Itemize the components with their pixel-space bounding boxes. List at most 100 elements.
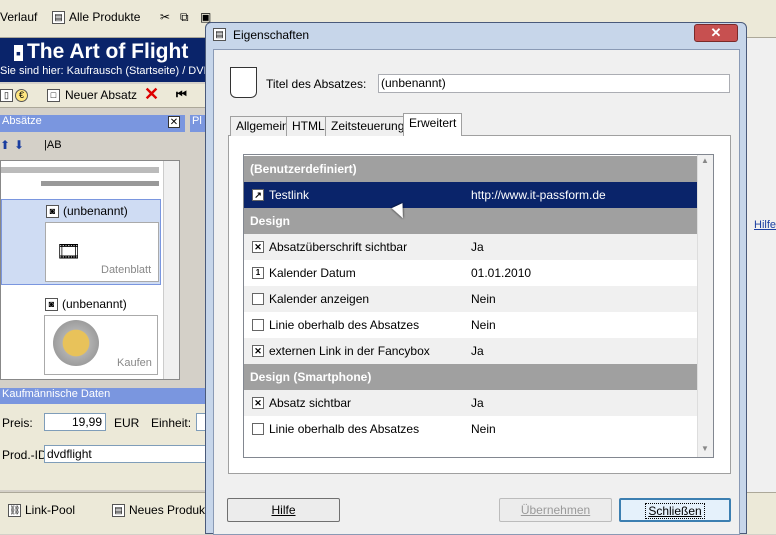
property-value[interactable]: 01.01.2010 xyxy=(471,260,531,286)
link-pool-button[interactable]: ⛓ Link-Pool xyxy=(8,503,75,517)
tab-erweitert[interactable]: Erweitert xyxy=(403,113,463,136)
absaetze-list: ◙ (unbenannt) 🎞 Datenblatt ◙ (unbenannt)… xyxy=(0,160,180,380)
arrow-up-icon[interactable]: ⬆ xyxy=(0,138,10,152)
neues-produkt-label: Neues Produkt xyxy=(129,503,209,517)
grid-scrollbar[interactable]: ▲ ▼ xyxy=(697,155,713,457)
first-icon[interactable]: ⏮ xyxy=(176,87,187,102)
breadcrumb: Sie sind hier: Kaufrausch (Startseite) /… xyxy=(0,65,218,77)
euro-coin-image xyxy=(53,320,99,366)
property-value[interactable]: Nein xyxy=(471,416,496,442)
tab-zeitsteuerung[interactable]: Zeitsteuerung xyxy=(325,116,411,136)
page-title-text: The Art of Flight xyxy=(26,40,189,63)
prod-id-input[interactable]: dvdflight xyxy=(44,445,210,463)
property-value[interactable]: Nein xyxy=(471,286,496,312)
alle-produkte-label: Alle Produkte xyxy=(69,10,141,24)
scroll-down-icon[interactable]: ▼ xyxy=(701,444,709,453)
absaetze-panel-header: Absätze ✕ xyxy=(0,115,185,132)
kaufmaennische-daten-form: Preis: 19,99 EUR Einheit: Prod.-ID: dvdf… xyxy=(0,404,210,490)
calendar-icon: 1 xyxy=(252,267,264,279)
checkbox-checked[interactable]: ✕ xyxy=(252,397,264,409)
link-pool-label: Link-Pool xyxy=(25,503,76,517)
panel-close-icon[interactable]: ✕ xyxy=(168,116,180,128)
titel-input[interactable]: (unbenannt) xyxy=(378,74,730,93)
checkbox-unchecked[interactable] xyxy=(252,319,264,331)
tab-allgemein[interactable]: Allgemein xyxy=(230,116,295,136)
property-row[interactable]: Kalender anzeigen Nein xyxy=(244,286,698,312)
cut-icon[interactable]: ✂ xyxy=(160,10,170,24)
delete-icon[interactable]: ✕ xyxy=(144,84,159,105)
checkbox-unchecked[interactable] xyxy=(252,423,264,435)
property-value[interactable]: Ja xyxy=(471,234,484,260)
list-item-placeholder xyxy=(1,167,159,173)
checkbox-checked[interactable]: ✕ xyxy=(252,345,264,357)
euro-icon[interactable]: € xyxy=(15,89,28,102)
scroll-up-icon[interactable]: ▲ xyxy=(701,156,709,165)
doc-icon[interactable]: ▯ xyxy=(0,89,13,102)
list-item[interactable]: ◙ (unbenannt) Kaufen xyxy=(1,293,161,379)
verlauf-label: Verlauf xyxy=(0,10,38,24)
list-item-title: (unbenannt) xyxy=(63,204,128,218)
property-row[interactable]: ✕ Absatzüberschrift sichtbar Ja xyxy=(244,234,698,260)
property-row[interactable]: 1 Kalender Datum 01.01.2010 xyxy=(244,260,698,286)
product-image: 🎞 xyxy=(56,241,82,263)
list-item[interactable]: ◙ (unbenannt) 🎞 Datenblatt xyxy=(1,199,161,285)
neuer-absatz-button[interactable]: Neuer Absatz xyxy=(65,88,137,102)
copy-icon[interactable]: ⧉ xyxy=(180,10,189,25)
prod-id-label: Prod.-ID: xyxy=(2,448,51,462)
hilfe-link[interactable]: Hilfe xyxy=(754,219,776,231)
uebernehmen-button[interactable]: Übernehmen xyxy=(499,498,612,522)
property-row[interactable]: Linie oberhalb des Absatzes Nein xyxy=(244,416,698,442)
checkbox-checked[interactable]: ✕ xyxy=(252,241,264,253)
category-header[interactable]: (Benutzerdefiniert) xyxy=(244,156,698,182)
verlauf-button[interactable]: Verlauf xyxy=(0,10,37,24)
product-icon: ▤ xyxy=(112,503,125,517)
property-label: Kalender anzeigen xyxy=(269,292,370,306)
preis-input[interactable]: 19,99 xyxy=(44,413,106,431)
property-row[interactable]: ✕ Absatz sichtbar Ja xyxy=(244,390,698,416)
einheit-label: Einheit: xyxy=(151,416,192,430)
property-value[interactable]: Ja xyxy=(471,338,484,364)
close-icon[interactable]: ✕ xyxy=(694,24,738,42)
link-icon: ↗ xyxy=(252,189,264,201)
panel-toolbar: ⬆ ⬇ |AB xyxy=(0,136,185,158)
right-content-area: Hilfe xyxy=(745,38,776,492)
absaetze-panel-title: Absätze xyxy=(2,115,42,127)
property-label: Linie oberhalb des Absatzes xyxy=(269,318,420,332)
property-value[interactable]: Ja xyxy=(471,390,484,416)
neues-produkt-button[interactable]: ▤ Neues Produkt xyxy=(112,503,208,517)
property-value[interactable]: http://www.it-passform.de xyxy=(471,182,606,208)
checkbox-unchecked[interactable] xyxy=(252,293,264,305)
page-icon: ▪ xyxy=(14,45,23,61)
property-label: Absatzüberschrift sichtbar xyxy=(269,240,408,254)
titel-label: Titel des Absatzes: xyxy=(266,77,367,91)
currency-label: EUR xyxy=(114,416,140,430)
property-label: Testlink xyxy=(269,188,310,202)
property-row-testlink[interactable]: ↗ Testlink http://www.it-passform.de xyxy=(244,182,698,208)
text-format-label: AB xyxy=(46,139,62,151)
new-paragraph-icon: □ xyxy=(47,89,60,102)
list-item-title: (unbenannt) xyxy=(62,297,127,311)
text-format-icon[interactable]: |AB xyxy=(44,139,62,151)
tab-html[interactable]: HTML xyxy=(286,116,331,136)
schliessen-button[interactable]: Schließen xyxy=(619,498,731,522)
property-label: Absatz sichtbar xyxy=(269,396,352,410)
page-title: ▪ The Art of Flight xyxy=(14,40,188,64)
property-value[interactable]: Nein xyxy=(471,312,496,338)
list-item-placeholder xyxy=(41,181,159,186)
alle-produkte-button[interactable]: ▤ Alle Produkte xyxy=(52,10,140,24)
paragraph-icon: ◙ xyxy=(45,298,58,311)
property-label: Kalender Datum xyxy=(269,266,356,280)
paragraph-icon: ◙ xyxy=(46,205,59,218)
paragraph-toolbar: ▯ € □ Neuer Absatz ✕ ⏮ xyxy=(0,84,210,108)
dialog-title: Eigenschaften xyxy=(233,28,310,42)
property-label: Linie oberhalb des Absatzes xyxy=(269,422,420,436)
list-item-preview: Kaufen xyxy=(44,315,158,375)
property-row[interactable]: ✕ externen Link in der Fancybox Ja xyxy=(244,338,698,364)
list-scrollbar[interactable] xyxy=(163,161,179,379)
preis-label: Preis: xyxy=(2,416,33,430)
category-header[interactable]: Design xyxy=(244,208,698,234)
arrow-down-icon[interactable]: ⬇ xyxy=(14,138,24,152)
property-row[interactable]: Linie oberhalb des Absatzes Nein xyxy=(244,312,698,338)
category-header[interactable]: Design (Smartphone) xyxy=(244,364,698,390)
hilfe-button[interactable]: Hilfe xyxy=(227,498,340,522)
